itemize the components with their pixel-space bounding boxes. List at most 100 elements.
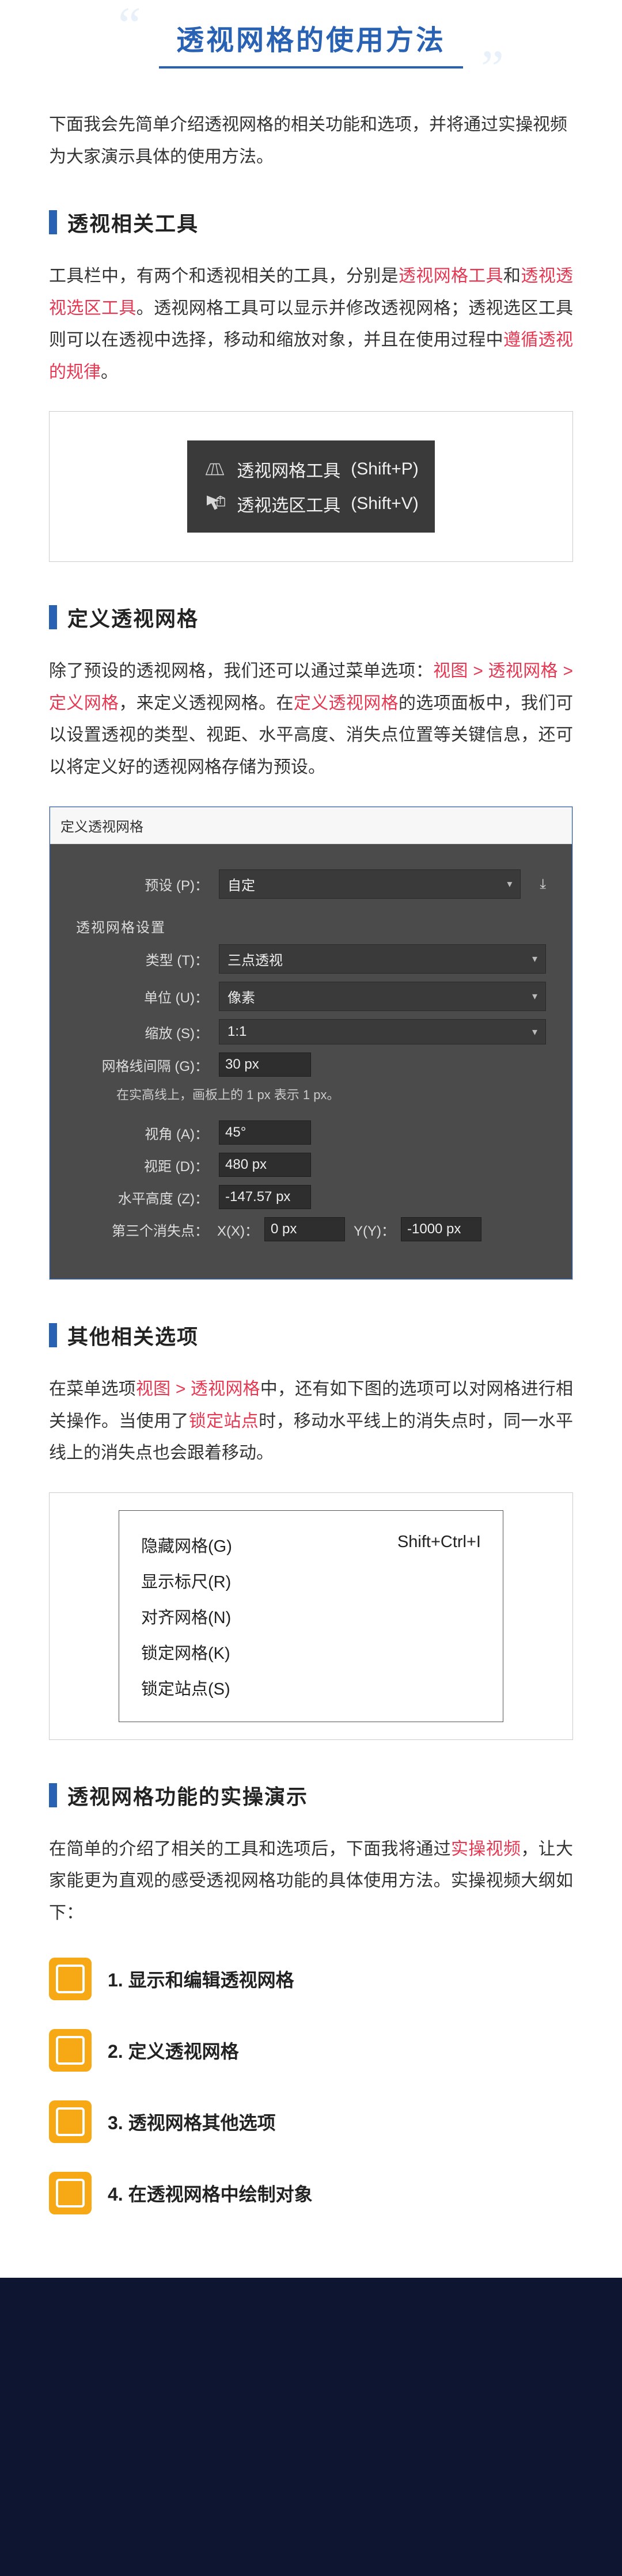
dialog-title: 定义透视网格 <box>50 807 572 844</box>
unit-select[interactable]: 像素 ▾ <box>219 982 546 1011</box>
text: 工具栏中，有两个和透视相关的工具，分别是 <box>49 267 399 286</box>
section-heading-tools: 透视相关工具 <box>49 207 573 237</box>
unit-row: 单位 (U)： 像素 ▾ <box>76 982 546 1011</box>
menu-label: 锁定网格(K) <box>141 1640 230 1664</box>
demo-label: 3. 透视网格其他选项 <box>108 2108 276 2135</box>
type-row: 类型 (T)： 三点透视 ▾ <box>76 944 546 974</box>
type-label: 类型 (T)： <box>76 949 208 969</box>
grid-gap-row: 网格线间隔 (G)： 30 px <box>76 1053 546 1077</box>
define-perspective-dialog: 定义透视网格 预设 (P)： 自定 ▾ ⤓ 透视网格设置 类型 (T)： 三点透视… <box>50 807 572 1279</box>
unit-label: 单位 (U)： <box>76 986 208 1006</box>
preset-select[interactable]: 自定 ▾ <box>219 869 521 899</box>
text: 在简单的介绍了相关的工具和选项后，下面我将通过 <box>49 1840 451 1859</box>
save-preset-icon[interactable]: ⤓ <box>540 876 546 892</box>
demo-label: 4. 在透视网格中绘制对象 <box>108 2180 313 2206</box>
section2-paragraph: 除了预设的透视网格，我们还可以通过菜单选项：视图 > 透视网格 > 定义网格，来… <box>49 655 573 783</box>
third-vp-row: 第三个消失点： X(X)： 0 px Y(Y)： -1000 px <box>76 1217 546 1241</box>
demo-label: 2. 定义透视网格 <box>108 2037 239 2064</box>
vp3-x-input[interactable]: 0 px <box>264 1217 345 1241</box>
vp3-x-label: X(X)： <box>217 1219 259 1240</box>
chevron-down-icon: ▾ <box>532 953 537 965</box>
heading-bar-icon <box>49 605 57 629</box>
menu-snap-to-grid[interactable]: 对齐网格(N) <box>141 1598 481 1634</box>
demo-outline: 1. 显示和编辑透视网格 2. 定义透视网格 3. 透视网格其他选项 4. 在透… <box>49 1958 573 2214</box>
scale-row: 缩放 (S)： 1:1▾ <box>76 1019 546 1044</box>
unit-value: 像素 <box>227 986 255 1006</box>
title-block: “ 透视网格的使用方法 ” <box>49 17 573 69</box>
type-select[interactable]: 三点透视 ▾ <box>219 944 546 974</box>
distance-row: 视距 (D)： 480 px <box>76 1153 546 1177</box>
demo-item-4: 4. 在透视网格中绘制对象 <box>49 2172 573 2214</box>
angle-label: 视角 (A)： <box>76 1123 208 1143</box>
text: 。 <box>101 363 118 382</box>
tool-shortcut: (Shift+P) <box>351 459 419 479</box>
vp3-y-input[interactable]: -1000 px <box>401 1217 481 1241</box>
tool-panel: 透视网格工具 (Shift+P) 透视选区工具 (Shift+V) <box>187 440 435 533</box>
section4-paragraph: 在简单的介绍了相关的工具和选项后，下面我将通过实操视频，让大家能更为直观的感受透… <box>49 1833 573 1929</box>
tool-perspective-selection[interactable]: 透视选区工具 (Shift+V) <box>203 487 419 521</box>
article-page: “ 透视网格的使用方法 ” 下面我会先简单介绍透视网格的相关功能和选项，并将通过… <box>0 0 622 2278</box>
dialog-body: 预设 (P)： 自定 ▾ ⤓ 透视网格设置 类型 (T)： 三点透视 ▾ 单位 (U… <box>50 844 572 1279</box>
highlight: 定义透视网格 <box>294 694 399 713</box>
highlight: 透视网格工具 <box>399 267 503 286</box>
tool-perspective-grid[interactable]: 透视网格工具 (Shift+P) <box>203 452 419 487</box>
section1-paragraph: 工具栏中，有两个和透视相关的工具，分别是透视网格工具和透视透视选区工具。透视网格… <box>49 260 573 388</box>
section-heading-demo: 透视网格功能的实操演示 <box>49 1780 573 1810</box>
grid-gap-label: 网格线间隔 (G)： <box>76 1055 208 1075</box>
clipboard-icon <box>49 2100 92 2143</box>
section-heading-define: 定义透视网格 <box>49 602 573 632</box>
menu-label: 隐藏网格(G) <box>141 1533 232 1557</box>
chevron-down-icon: ▾ <box>507 878 512 890</box>
chevron-down-icon: ▾ <box>532 990 537 1002</box>
vp3-y-label: Y(Y)： <box>354 1219 395 1240</box>
text: 除了预设的透视网格，我们还可以通过菜单选项： <box>49 662 433 681</box>
tool-shortcut: (Shift+V) <box>351 494 419 514</box>
scale-select[interactable]: 1:1▾ <box>219 1019 546 1044</box>
section-heading-text: 其他相关选项 <box>67 1320 199 1350</box>
dialog-figure: 定义透视网格 预设 (P)： 自定 ▾ ⤓ 透视网格设置 类型 (T)： 三点透视… <box>49 806 573 1280</box>
angle-row: 视角 (A)： 45° <box>76 1120 546 1145</box>
hint-text: 在实高线上，画板上的 1 px 表示 1 px。 <box>116 1085 546 1103</box>
section-heading-text: 定义透视网格 <box>67 602 199 632</box>
grid-gap-input[interactable]: 30 px <box>219 1053 311 1077</box>
tool-label: 透视选区工具 <box>237 491 340 516</box>
menu-shortcut: Shift+Ctrl+I <box>397 1533 481 1557</box>
highlight: 锁定站点 <box>189 1412 259 1431</box>
third-vp-label: 第三个消失点： <box>76 1219 208 1240</box>
angle-input[interactable]: 45° <box>219 1120 311 1145</box>
section-heading-text: 透视相关工具 <box>67 207 199 237</box>
demo-item-1: 1. 显示和编辑透视网格 <box>49 1958 573 2000</box>
distance-label: 视距 (D)： <box>76 1155 208 1175</box>
highlight: 视图 > 透视网格 <box>136 1380 260 1399</box>
highlight: 实操视频 <box>451 1840 521 1859</box>
preset-value: 自定 <box>227 874 255 894</box>
menu-lock-grid[interactable]: 锁定网格(K) <box>141 1634 481 1670</box>
quote-left-icon: “ <box>118 0 141 52</box>
menu-lock-station[interactable]: 锁定站点(S) <box>141 1670 481 1705</box>
context-menu: 隐藏网格(G) Shift+Ctrl+I 显示标尺(R) 对齐网格(N) 锁定网格… <box>119 1510 503 1722</box>
page-title: 透视网格的使用方法 <box>159 17 463 69</box>
menu-show-rulers[interactable]: 显示标尺(R) <box>141 1563 481 1598</box>
preset-label: 预设 (P)： <box>76 874 208 894</box>
menu-hide-grid[interactable]: 隐藏网格(G) Shift+Ctrl+I <box>141 1527 481 1563</box>
menu-label: 对齐网格(N) <box>141 1604 231 1628</box>
perspective-grid-icon <box>203 458 226 481</box>
text: ，来定义透视网格。在 <box>119 694 293 713</box>
demo-item-3: 3. 透视网格其他选项 <box>49 2100 573 2143</box>
clipboard-icon <box>49 1958 92 2000</box>
tool-panel-figure: 透视网格工具 (Shift+P) 透视选区工具 (Shift+V) <box>49 411 573 562</box>
heading-bar-icon <box>49 210 57 234</box>
text: 在菜单选项 <box>49 1380 136 1399</box>
text: 和 <box>503 267 521 286</box>
horizon-height-input[interactable]: -147.57 px <box>219 1185 311 1209</box>
intro-paragraph: 下面我会先简单介绍透视网格的相关功能和选项，并将通过实操视频为大家演示具体的使用… <box>49 109 573 173</box>
clipboard-icon <box>49 2029 92 2072</box>
chevron-down-icon: ▾ <box>532 1026 537 1038</box>
horizon-height-label: 水平高度 (Z)： <box>76 1187 208 1207</box>
menu-label: 锁定站点(S) <box>141 1675 230 1700</box>
distance-input[interactable]: 480 px <box>219 1153 311 1177</box>
menu-figure: 隐藏网格(G) Shift+Ctrl+I 显示标尺(R) 对齐网格(N) 锁定网格… <box>49 1492 573 1740</box>
group-label: 透视网格设置 <box>76 916 546 936</box>
type-value: 三点透视 <box>227 949 283 969</box>
section-heading-other: 其他相关选项 <box>49 1320 573 1350</box>
